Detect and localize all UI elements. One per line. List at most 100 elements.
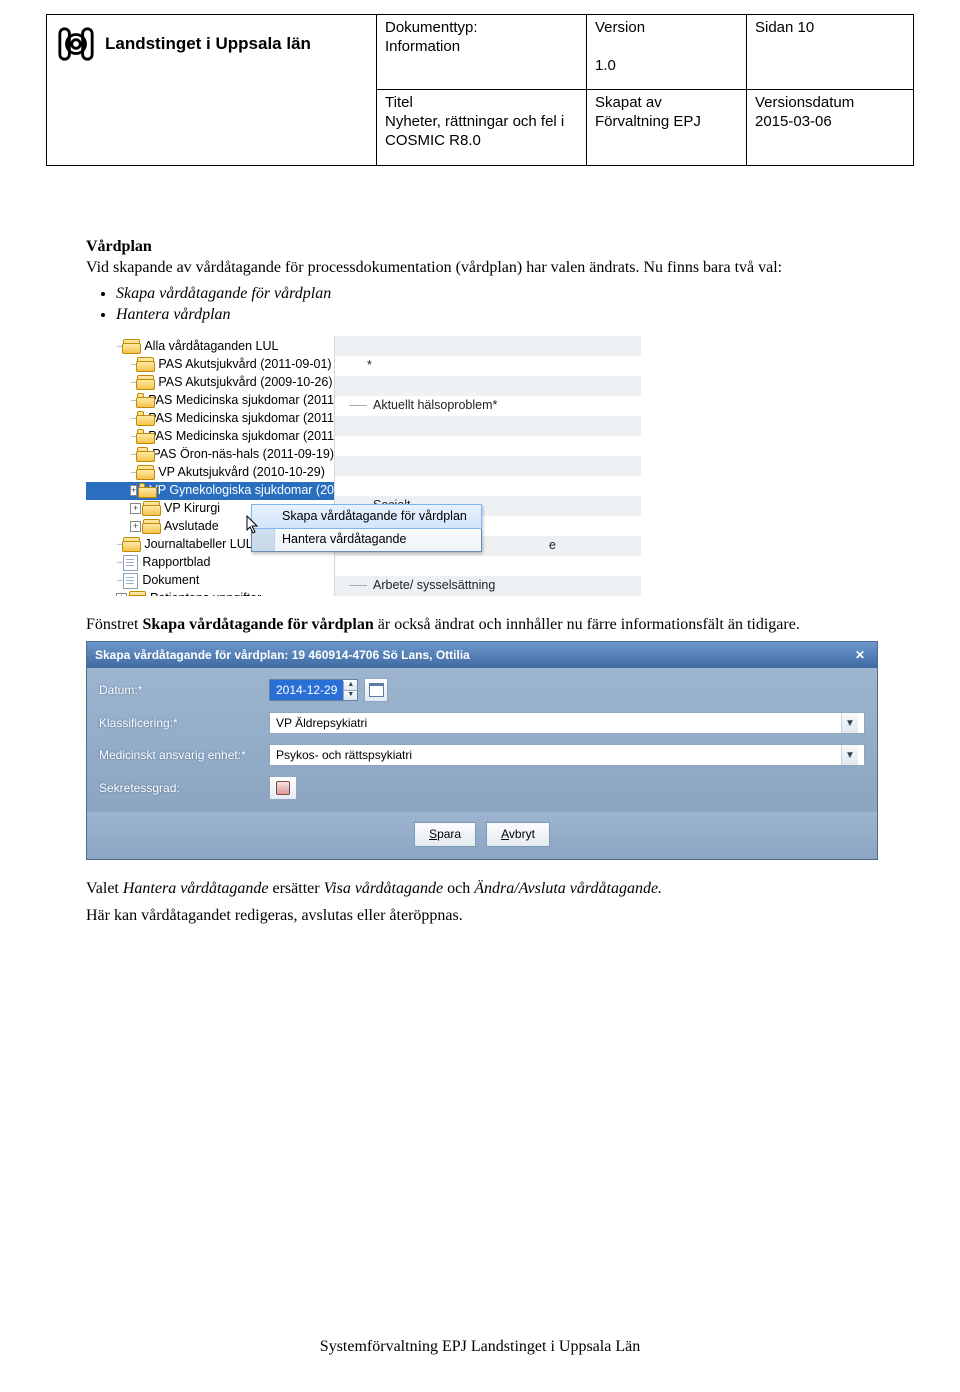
dialog-title: Skapa vårdåtagande för vårdplan: 19 4609… — [95, 647, 470, 663]
row-secrecy: Sekretessgrad: — [99, 776, 865, 800]
label-secrecy: Sekretessgrad: — [99, 780, 269, 796]
context-menu: Skapa vårdåtagande för vårdplan Hantera … — [251, 504, 482, 552]
tree-label: VP Gynekologiska sjukdomar (20 — [149, 482, 334, 499]
field-row: Aktuellt hälsoproblem* — [335, 396, 641, 416]
tree-label: Rapportblad — [142, 554, 210, 571]
folder-open-icon — [137, 393, 144, 408]
document-icon — [123, 573, 138, 589]
tree-label: PAS Öron-näs-hals (2011-09-19) — [152, 446, 334, 463]
screenshot-tree-view: ····Alla vårdåtaganden LUL····PAS Akutsj… — [86, 336, 641, 596]
tree-item[interactable]: ····Alla vårdåtaganden LUL — [86, 338, 334, 356]
unit-value: Psykos- och rättspsykiatri — [276, 747, 412, 763]
hdr-doctype: Dokumenttyp: Information — [377, 15, 587, 90]
save-button[interactable]: Spara — [414, 822, 476, 846]
paragraph-2: Fönstret Skapa vårdåtagande för vårdplan… — [86, 614, 874, 636]
tree-item[interactable]: ····VP Akutsjukvård (2010-10-29) — [86, 464, 334, 482]
tree-item[interactable]: + VP Gynekologiska sjukdomar (20 — [86, 482, 334, 500]
tree-label: Avslutade — [164, 518, 219, 535]
expand-icon[interactable]: + — [116, 593, 127, 596]
field-row — [335, 476, 641, 496]
tree-item[interactable]: ····PAS Öron-näs-hals (2011-09-19) — [86, 446, 334, 464]
row-unit: Medicinskt ansvarig enhet:* Psykos- och … — [99, 744, 865, 766]
intro-paragraph: Vid skapande av vårdåtagande för process… — [86, 257, 874, 279]
spin-up-icon[interactable]: ▲ — [343, 681, 357, 690]
expand-icon[interactable]: + — [130, 503, 141, 514]
expand-icon[interactable]: + — [130, 521, 141, 532]
tree-label: VP Akutsjukvård (2010-10-29) — [158, 464, 325, 481]
hdr-page: Sidan 10 — [747, 15, 914, 90]
folder-open-icon — [129, 591, 146, 596]
label-unit: Medicinskt ansvarig enhet:* — [99, 747, 269, 763]
bullet-2: Hantera vårdplan — [116, 304, 874, 326]
folder-open-icon — [139, 483, 145, 498]
field-row — [335, 556, 641, 576]
cancel-button[interactable]: Avbryt — [486, 822, 550, 846]
label-classification: Klassificering:* — [99, 715, 269, 731]
tree-item[interactable]: ····PAS Medicinska sjukdomar (2011 — [86, 410, 334, 428]
document-icon — [123, 555, 138, 571]
hdr-title: Titel Nyheter, rättningar och fel i COSM… — [377, 90, 587, 165]
field-row — [335, 376, 641, 396]
fields-panel: * Aktuellt hälsoproblem* Socialt e Arbet… — [335, 336, 641, 596]
screenshot-dialog: Skapa vårdåtagande för vårdplan: 19 4609… — [86, 641, 878, 859]
tree-label: PAS Medicinska sjukdomar (2011 — [148, 410, 334, 427]
ctx-hantera[interactable]: Hantera vårdåtagande — [252, 528, 481, 551]
paragraph-3: Valet Hantera vårdåtagande ersätter Visa… — [86, 878, 874, 900]
close-icon[interactable]: ✕ — [851, 647, 869, 663]
tree-label: PAS Medicinska sjukdomar (2011 — [148, 392, 334, 409]
folder-open-icon — [137, 357, 154, 372]
field-row: * — [335, 356, 641, 376]
tree-item[interactable]: ····PAS Akutsjukvård (2011-09-01) — [86, 356, 334, 374]
expand-icon[interactable]: + — [130, 485, 137, 496]
tree-label: PAS Medicinska sjukdomar (2011 — [148, 428, 334, 445]
tree-label: Dokument — [142, 572, 199, 589]
tree-label: VP Kirurgi — [164, 500, 220, 517]
row-date: Datum:* 2014-12-29 ▲▼ — [99, 678, 865, 702]
tree-item[interactable]: ····Dokument — [86, 572, 334, 590]
classification-value: VP Äldrepsykiatri — [276, 715, 367, 731]
folder-open-icon — [137, 375, 154, 390]
required-star: * — [349, 357, 372, 374]
tree-item[interactable]: +Patientens uppgifter — [86, 590, 334, 596]
ctx-skapa[interactable]: Skapa vårdåtagande för vårdplan — [251, 504, 482, 529]
hdr-vdate: Versionsdatum 2015-03-06 — [747, 90, 914, 165]
tree-label: Journaltabeller LUL — [144, 536, 252, 553]
doc-header: Landstinget i Uppsala län Dokumenttyp: I… — [46, 14, 914, 166]
field-row — [335, 416, 641, 436]
folder-open-icon — [143, 501, 160, 516]
page-footer: Systemförvaltning EPJ Landstinget i Upps… — [0, 1338, 960, 1356]
date-input[interactable]: 2014-12-29 ▲▼ — [269, 679, 358, 701]
folder-open-icon — [123, 537, 140, 552]
folder-open-icon — [143, 519, 160, 534]
spin-down-icon[interactable]: ▼ — [343, 690, 357, 700]
folder-open-icon — [137, 429, 144, 444]
tree-label: PAS Akutsjukvård (2009-10-26) — [158, 374, 332, 391]
unit-select[interactable]: Psykos- och rättspsykiatri ▼ — [269, 744, 865, 766]
secrecy-button[interactable] — [269, 776, 297, 800]
field-label: Arbete/ sysselsättning — [373, 577, 495, 594]
row-classification: Klassificering:* VP Äldrepsykiatri▼ — [99, 712, 865, 734]
tree-item[interactable]: ····PAS Medicinska sjukdomar (2011 — [86, 392, 334, 410]
classification-select[interactable]: VP Äldrepsykiatri▼ — [269, 712, 865, 734]
calendar-button[interactable] — [364, 678, 388, 702]
org-logo-icon — [57, 25, 95, 63]
paragraph-4: Här kan vårdåtagandet redigeras, avsluta… — [86, 905, 874, 927]
tree-item[interactable]: ····PAS Medicinska sjukdomar (2011 — [86, 428, 334, 446]
bullet-1: Skapa vårdåtagande för vårdplan — [116, 283, 874, 305]
chevron-down-icon: ▼ — [841, 745, 858, 765]
folder-open-icon — [123, 339, 140, 354]
field-row — [335, 436, 641, 456]
tree-item[interactable]: ····Rapportblad — [86, 554, 334, 572]
folder-open-icon — [137, 465, 154, 480]
bullet-list: Skapa vårdåtagande för vårdplan Hantera … — [116, 283, 874, 326]
date-spinner[interactable]: ▲▼ — [343, 681, 357, 700]
folder-open-icon — [137, 411, 144, 426]
tree-panel: ····Alla vårdåtaganden LUL····PAS Akutsj… — [86, 336, 335, 596]
label-date: Datum:* — [99, 682, 269, 698]
hdr-created: Skapat av Förvaltning EPJ — [587, 90, 747, 165]
hdr-version: Version 1.0 — [587, 15, 747, 90]
dialog-title-bar: Skapa vårdåtagande för vårdplan: 19 4609… — [87, 642, 877, 668]
tree-item[interactable]: ····PAS Akutsjukvård (2009-10-26) — [86, 374, 334, 392]
folder-open-icon — [137, 447, 148, 462]
tree-label: Alla vårdåtaganden LUL — [144, 338, 278, 355]
